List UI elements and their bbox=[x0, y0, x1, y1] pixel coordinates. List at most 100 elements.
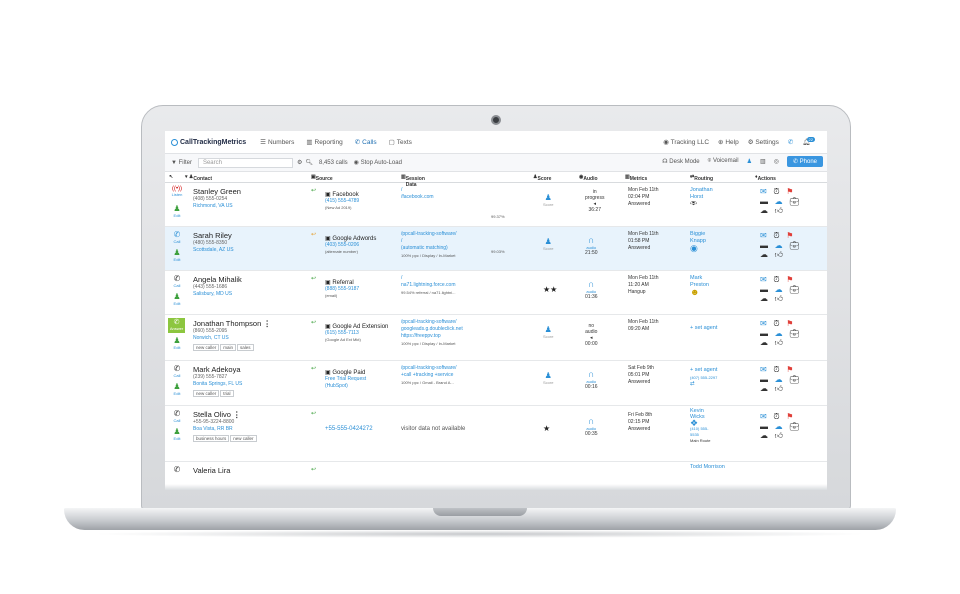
audio-cell[interactable]: ∩ audio 01:36 bbox=[585, 279, 598, 300]
audio-cell[interactable]: ∩ audio 00:35 bbox=[585, 416, 598, 437]
listen-icon[interactable]: ((•)) Listen bbox=[171, 186, 183, 197]
source-name[interactable]: ▣ Google Ad Extension bbox=[325, 323, 388, 330]
filter-button[interactable]: ▼ Filter bbox=[171, 160, 192, 166]
briefcase-icon[interactable]: 💼︎ bbox=[789, 241, 799, 250]
phone-icon[interactable]: ✆ bbox=[788, 138, 793, 146]
contact-name[interactable]: Valeria Lira bbox=[193, 466, 230, 475]
salesforce-icon[interactable]: ☁ bbox=[775, 422, 783, 431]
card-icon[interactable]: ▬ bbox=[760, 375, 768, 384]
audio-cell[interactable]: no audio ◂ 00:00 bbox=[585, 323, 598, 347]
email-icon[interactable]: ✉ bbox=[760, 275, 767, 284]
nav-reporting[interactable]: ▥ Reporting bbox=[306, 138, 342, 147]
session-line[interactable]: /ppcall-tracking-software/ bbox=[401, 319, 463, 326]
contact-location[interactable]: Bonita Springs, FL US bbox=[193, 381, 242, 388]
source-number[interactable]: +55-555-0424272 bbox=[325, 426, 373, 433]
thumbs-up-icon[interactable]: 👍︎ bbox=[775, 206, 783, 215]
search-input[interactable]: Search bbox=[197, 157, 293, 168]
edit-contact-icon[interactable]: ♟ Edit bbox=[171, 292, 183, 306]
routing-cell[interactable]: Todd Morrison bbox=[690, 464, 725, 471]
stop-autoload-button[interactable]: ◉ Stop Auto-Load bbox=[354, 159, 402, 166]
table-row[interactable]: ✆ Answer ♟ Edit Jonathan Thompson ⋮ (860) … bbox=[165, 315, 827, 361]
audio-cell[interactable]: ∩ audio 00:16 bbox=[585, 369, 598, 390]
email-icon[interactable]: ✉ bbox=[760, 412, 767, 421]
call-icon[interactable]: ✆ Call bbox=[171, 364, 183, 378]
tag[interactable]: main bbox=[220, 344, 237, 351]
score-cell[interactable]: ♟ Score bbox=[543, 237, 553, 251]
session-line[interactable]: / bbox=[401, 187, 434, 194]
edit-contact-icon[interactable]: ♟ Edit bbox=[171, 248, 183, 262]
column-audio[interactable]: ◉ Audio bbox=[579, 174, 598, 182]
tag[interactable]: business hours bbox=[193, 435, 230, 442]
score-stars[interactable]: ★★ bbox=[543, 285, 557, 294]
alarm-icon[interactable]: ⏰︎ bbox=[773, 412, 779, 421]
thumbs-up-icon[interactable]: 👍︎ bbox=[775, 294, 783, 303]
audio-cell[interactable]: ∩ audio 21:50 bbox=[585, 235, 598, 256]
answer-button[interactable]: ✆ Answer bbox=[168, 318, 185, 333]
tag[interactable]: trial bbox=[220, 390, 234, 397]
source-number[interactable]: (415) 555-4789 bbox=[325, 198, 359, 205]
nav-calls[interactable]: ✆ Calls bbox=[355, 138, 377, 147]
nav-account[interactable]: ◉ Tracking LLC bbox=[663, 138, 709, 146]
nav-numbers[interactable]: ☰ Numbers bbox=[260, 138, 294, 147]
edit-contact-icon[interactable]: ♟ Edit bbox=[171, 427, 183, 441]
call-icon[interactable]: ✆ Call bbox=[171, 274, 183, 288]
call-icon[interactable]: ✆ bbox=[171, 465, 183, 474]
thumbs-up-icon[interactable]: 👍︎ bbox=[775, 384, 783, 393]
contact-location[interactable]: Richmond, VA US bbox=[193, 203, 241, 210]
contact-name[interactable]: Jonathan Thompson ⋮ bbox=[193, 319, 271, 328]
session-line[interactable]: / bbox=[401, 275, 455, 282]
email-icon[interactable]: ✉ bbox=[760, 365, 767, 374]
bell-icon[interactable]: 🔔︎22 bbox=[802, 137, 819, 146]
contact-name[interactable]: Sarah Riley bbox=[193, 231, 234, 240]
column-routing[interactable]: ⇄ Routing bbox=[690, 174, 713, 182]
alarm-icon[interactable]: ⏰︎ bbox=[773, 319, 779, 328]
source-request[interactable]: Free Trial Request bbox=[325, 376, 366, 383]
column-session[interactable]: ▥ Session Data bbox=[401, 174, 425, 188]
table-row[interactable]: ✆ Call ♟ Edit Angela Mihalik (443) 555-168… bbox=[165, 271, 827, 315]
card-icon[interactable]: ▬ bbox=[760, 241, 768, 250]
score-cell[interactable]: ♟ Score bbox=[543, 371, 553, 385]
source-name[interactable]: ▣ Google Adwords bbox=[325, 235, 376, 242]
session-line[interactable]: /ppcall-tracking-software/ bbox=[401, 231, 457, 238]
salesforce-icon[interactable]: ☁ bbox=[775, 241, 783, 250]
briefcase-icon[interactable]: 💼︎ bbox=[789, 422, 799, 431]
email-icon[interactable]: ✉ bbox=[760, 231, 767, 240]
session-line[interactable]: /ppcall-tracking-software/ bbox=[401, 365, 457, 372]
settings-icon[interactable]: ⚙ bbox=[297, 159, 302, 166]
cloud-upload-icon[interactable]: ☁ bbox=[760, 384, 768, 393]
column-metrics[interactable]: ▥ Metrics bbox=[625, 174, 647, 182]
phone-button[interactable]: ✆ Phone bbox=[786, 156, 823, 167]
table-row[interactable]: ((•)) Listen ♟ Edit Stanley Green (408) 55… bbox=[165, 183, 827, 227]
card-icon[interactable]: ▬ bbox=[760, 329, 768, 338]
score-cell[interactable]: ♟ Score bbox=[543, 325, 553, 339]
tag[interactable]: new caller bbox=[193, 344, 220, 351]
card-icon[interactable]: ▬ bbox=[760, 422, 768, 431]
contact-location[interactable]: Boa Vista, RR BR bbox=[193, 426, 258, 433]
edit-contact-icon[interactable]: ♟ Edit bbox=[171, 336, 183, 350]
session-line[interactable]: na71.lightning.force.com bbox=[401, 282, 455, 289]
session-line[interactable]: https://freeppv.top bbox=[401, 333, 463, 340]
voicemail-button[interactable]: ⌾ Voicemail bbox=[708, 158, 739, 165]
user-icon[interactable]: ♟ bbox=[747, 158, 752, 165]
cloud-upload-icon[interactable]: ☁ bbox=[760, 338, 768, 347]
columns-icon[interactable]: ▥ bbox=[760, 158, 766, 165]
eye-icon[interactable]: ◎ bbox=[774, 158, 779, 165]
session-line[interactable]: /facebook.com bbox=[401, 194, 434, 201]
audio-cell[interactable]: in progress ◂ 36:27 bbox=[585, 189, 604, 213]
calls-count[interactable]: 8,453 calls bbox=[319, 160, 348, 166]
card-icon[interactable]: ▬ bbox=[760, 285, 768, 294]
cloud-upload-icon[interactable]: ☁ bbox=[760, 250, 768, 259]
search-icon[interactable]: 🔍︎ bbox=[305, 159, 313, 166]
flag-icon[interactable]: ⚑ bbox=[786, 275, 793, 284]
alarm-icon[interactable]: ⏰︎ bbox=[773, 365, 779, 374]
cloud-upload-icon[interactable]: ☁ bbox=[760, 431, 768, 440]
salesforce-icon[interactable]: ☁ bbox=[775, 285, 783, 294]
thumbs-up-icon[interactable]: 👍︎ bbox=[775, 431, 783, 440]
routing-cell[interactable]: Biggie Knapp ◉ bbox=[690, 231, 706, 253]
alarm-icon[interactable]: ⏰︎ bbox=[773, 275, 779, 284]
call-icon[interactable]: ✆ Call bbox=[171, 230, 183, 244]
column-contact[interactable]: ▾ ♟ Contact bbox=[185, 174, 212, 182]
contact-location[interactable]: Scottsdale, AZ US bbox=[193, 247, 234, 254]
table-row[interactable]: ✆ Call ♟ Edit Sarah Riley (480) 555-8350 S… bbox=[165, 227, 827, 271]
edit-contact-icon[interactable]: ♟ Edit bbox=[171, 204, 183, 218]
